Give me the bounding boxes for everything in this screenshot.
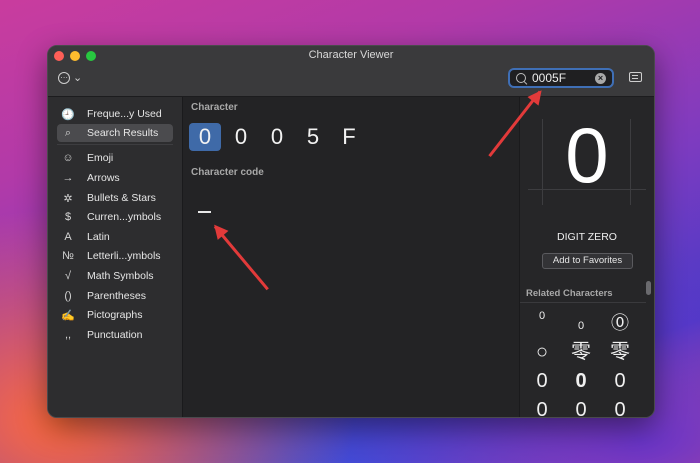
sidebar-item[interactable]: () Parentheses bbox=[57, 287, 173, 305]
category-icon: ☺ bbox=[62, 152, 74, 164]
related-character-cell[interactable]: 0 bbox=[523, 367, 561, 395]
character-cell[interactable]: F bbox=[333, 123, 365, 151]
character-detail-panel: 0 DIGIT ZERO Add to Favorites Related Ch… bbox=[520, 97, 654, 417]
add-to-favorites-button[interactable]: Add to Favorites bbox=[542, 253, 633, 269]
character-section-label: Character bbox=[191, 102, 238, 113]
search-field[interactable]: 0005F × bbox=[508, 68, 614, 88]
window-title: Character Viewer bbox=[308, 49, 394, 61]
title-bar: Character Viewer ⌄ 0005F × bbox=[48, 46, 654, 97]
category-icon: () bbox=[64, 290, 72, 302]
related-character-cell[interactable]: 0 bbox=[523, 309, 561, 337]
sidebar-item[interactable]: A Latin bbox=[57, 228, 173, 246]
sidebar-item[interactable]: ✲ Bullets & Stars bbox=[57, 189, 173, 207]
sidebar-item[interactable]: ☺ Emoji bbox=[57, 149, 173, 167]
sidebar-item[interactable]: ✍ Pictographs bbox=[57, 306, 173, 324]
related-character-cell[interactable]: 0 bbox=[601, 396, 639, 417]
sidebar-item-label: Pictographs bbox=[87, 309, 143, 321]
sidebar-item-label: Punctuation bbox=[87, 329, 143, 341]
category-icon: ,, bbox=[64, 329, 72, 341]
related-character-cell[interactable]: 0 bbox=[523, 396, 561, 417]
sidebar-item[interactable]: ,, Punctuation bbox=[57, 326, 173, 344]
character-results: 0005F bbox=[189, 123, 369, 151]
related-character-cell[interactable]: 0 bbox=[601, 367, 639, 395]
category-icon: ✲ bbox=[63, 192, 73, 205]
related-character-cell[interactable]: ⓪ bbox=[601, 309, 639, 337]
related-character-cell[interactable]: 零 bbox=[562, 338, 600, 366]
sidebar-item[interactable]: № Letterli...ymbols bbox=[57, 247, 173, 265]
related-character-cell[interactable]: 零 bbox=[601, 338, 639, 366]
sidebar-item-label: Arrows bbox=[87, 172, 120, 184]
related-character-cell[interactable]: ○ bbox=[523, 338, 561, 366]
related-divider bbox=[520, 302, 646, 303]
sidebar-item-label: Freque...y Used bbox=[87, 108, 162, 120]
related-character-cell[interactable]: 0 bbox=[562, 396, 600, 417]
character-cell[interactable]: 0 bbox=[189, 123, 221, 151]
category-icon: № bbox=[62, 250, 74, 262]
sidebar-item[interactable]: 🕘 Freque...y Used bbox=[57, 105, 173, 123]
clear-search-icon[interactable]: × bbox=[595, 73, 606, 84]
sidebar-item-label: Emoji bbox=[87, 152, 114, 164]
related-character-cell[interactable]: 0 bbox=[562, 367, 600, 395]
category-icon: $ bbox=[64, 211, 72, 223]
sidebar-item[interactable]: √ Math Symbols bbox=[57, 267, 173, 285]
sidebar-item-label: Math Symbols bbox=[87, 270, 154, 282]
sidebar-item-label: Bullets & Stars bbox=[87, 192, 156, 204]
scrollbar-thumb[interactable] bbox=[646, 281, 651, 295]
related-characters-label: Related Characters bbox=[526, 288, 613, 299]
character-cell[interactable]: 0 bbox=[225, 123, 257, 151]
search-input[interactable]: 0005F bbox=[532, 71, 566, 85]
category-icon: ✍ bbox=[61, 309, 75, 322]
sidebar-item-label: Curren...ymbols bbox=[87, 211, 162, 223]
character-code-glyph[interactable] bbox=[198, 211, 211, 213]
character-grid-panel: Character 0005F Character code bbox=[183, 97, 519, 417]
sidebar-item-label: Letterli...ymbols bbox=[87, 250, 161, 262]
sidebar-divider bbox=[57, 144, 173, 145]
category-icon: A bbox=[64, 231, 72, 243]
keyboard-viewer-icon[interactable] bbox=[629, 72, 642, 82]
character-cell[interactable]: 0 bbox=[261, 123, 293, 151]
sidebar-item[interactable]: ⌕ Search Results bbox=[57, 124, 173, 142]
category-icon: ⌕ bbox=[64, 126, 72, 139]
sidebar-item-label: Parentheses bbox=[87, 290, 146, 302]
character-name: DIGIT ZERO bbox=[557, 231, 617, 243]
character-viewer-window: Character Viewer ⌄ 0005F × 🕘 Freque...y U… bbox=[47, 45, 655, 418]
category-sidebar: 🕘 Freque...y Used ⌕ Search Results ☺ Emoji → Ar… bbox=[48, 97, 183, 417]
category-icon: → bbox=[62, 172, 74, 184]
search-icon bbox=[516, 73, 526, 83]
sidebar-item-label: Search Results bbox=[87, 127, 159, 139]
chevron-down-icon: ⌄ bbox=[73, 72, 83, 84]
ellipsis-circle-icon bbox=[58, 72, 70, 84]
more-options-button[interactable]: ⌄ bbox=[58, 72, 82, 84]
category-icon: 🕘 bbox=[61, 108, 75, 121]
character-preview: 0 bbox=[565, 111, 609, 199]
sidebar-item[interactable]: $ Curren...ymbols bbox=[57, 208, 173, 226]
category-icon: √ bbox=[64, 270, 72, 282]
character-code-label: Character code bbox=[191, 167, 264, 178]
sidebar-item[interactable]: → Arrows bbox=[57, 169, 173, 187]
sidebar-item-label: Latin bbox=[87, 231, 110, 243]
character-cell[interactable]: 5 bbox=[297, 123, 329, 151]
